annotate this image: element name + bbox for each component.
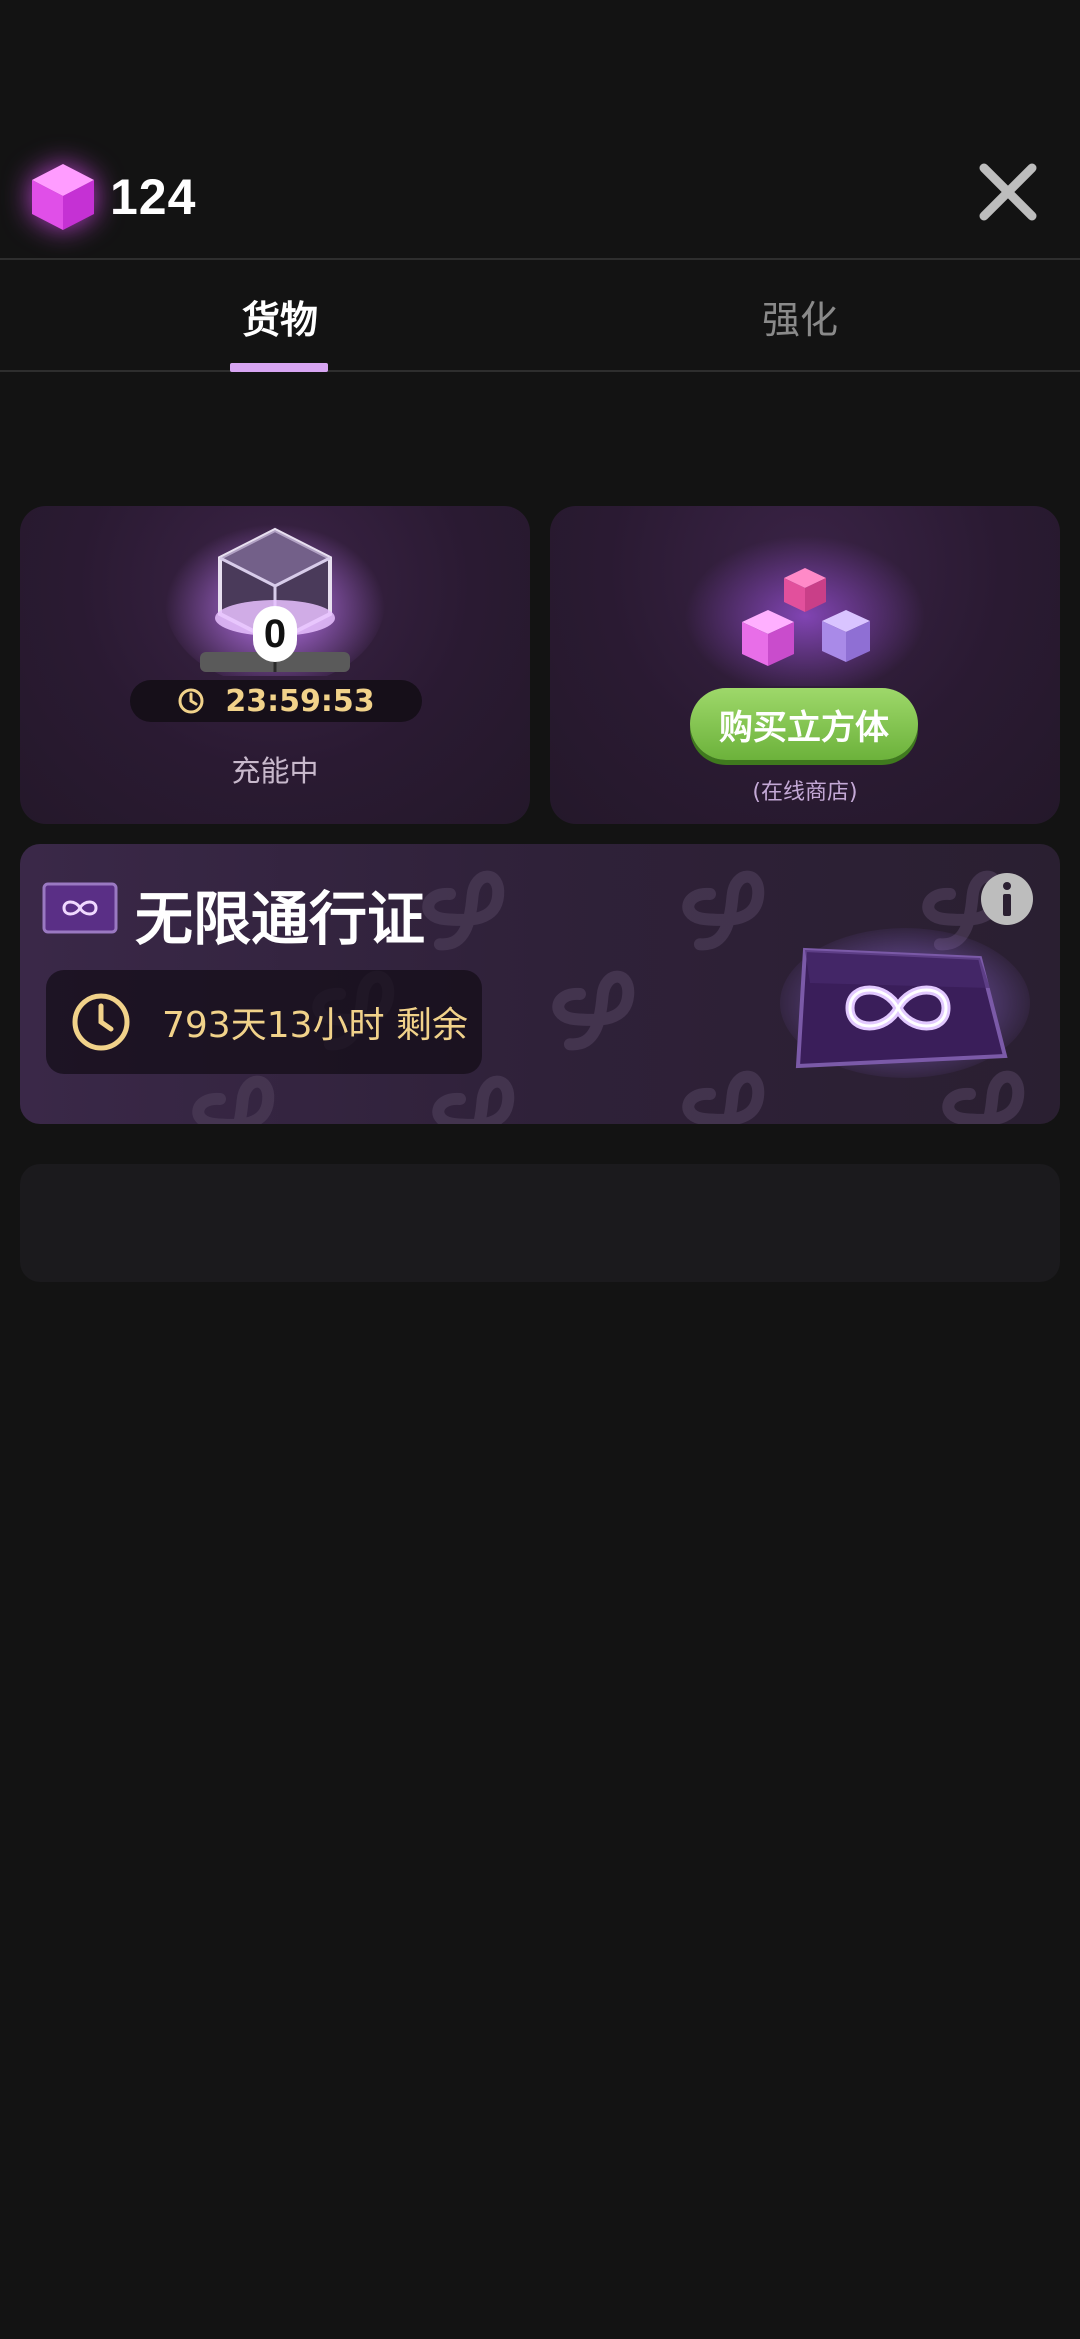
cube-count-value: 0	[263, 611, 287, 656]
close-button[interactable]	[976, 160, 1040, 224]
tab-goods[interactable]: 货物	[10, 260, 550, 372]
tab-upgrade[interactable]: 强化	[530, 260, 1070, 372]
charging-status: 充能中	[231, 754, 319, 788]
tab-bar: 货物 强化	[0, 258, 1080, 372]
empty-slot-card	[20, 1164, 1060, 1282]
close-icon	[979, 163, 1037, 221]
top-bar: 124	[0, 0, 1080, 258]
pass-ticket-icon	[42, 882, 118, 934]
remaining-text: 793天13小时 剩余	[162, 1005, 468, 1046]
cubes-bundle-icon	[685, 536, 925, 686]
cube-count-badge: 0	[253, 606, 297, 662]
clock-icon	[178, 688, 204, 714]
timer-text: 23:59:53	[225, 683, 375, 719]
cube-count: 124	[110, 169, 197, 225]
pass-title: 无限通行证	[135, 885, 426, 953]
pass-ticket-large-icon	[780, 928, 1030, 1078]
buy-cubes-button[interactable]: 购买立方体	[690, 688, 918, 760]
pass-remaining-time: 793天13小时 剩余	[46, 970, 482, 1074]
unlimited-pass-card[interactable]: 无限通行证 793天13小时 剩余	[20, 844, 1060, 1124]
info-icon	[981, 873, 1033, 925]
charge-timer: 23:59:53	[130, 680, 422, 722]
active-tab-indicator	[230, 363, 328, 372]
info-button[interactable]	[980, 872, 1034, 926]
online-store-label: (在线商店)	[752, 780, 858, 805]
cube-gem-icon	[30, 162, 96, 232]
cube-balance[interactable]: 124	[30, 160, 196, 234]
buy-cubes-card[interactable]: 购买立方体 (在线商店)	[550, 506, 1060, 824]
clock-icon	[72, 993, 130, 1051]
charging-card[interactable]: 0 23:59:53 充能中	[20, 506, 530, 824]
